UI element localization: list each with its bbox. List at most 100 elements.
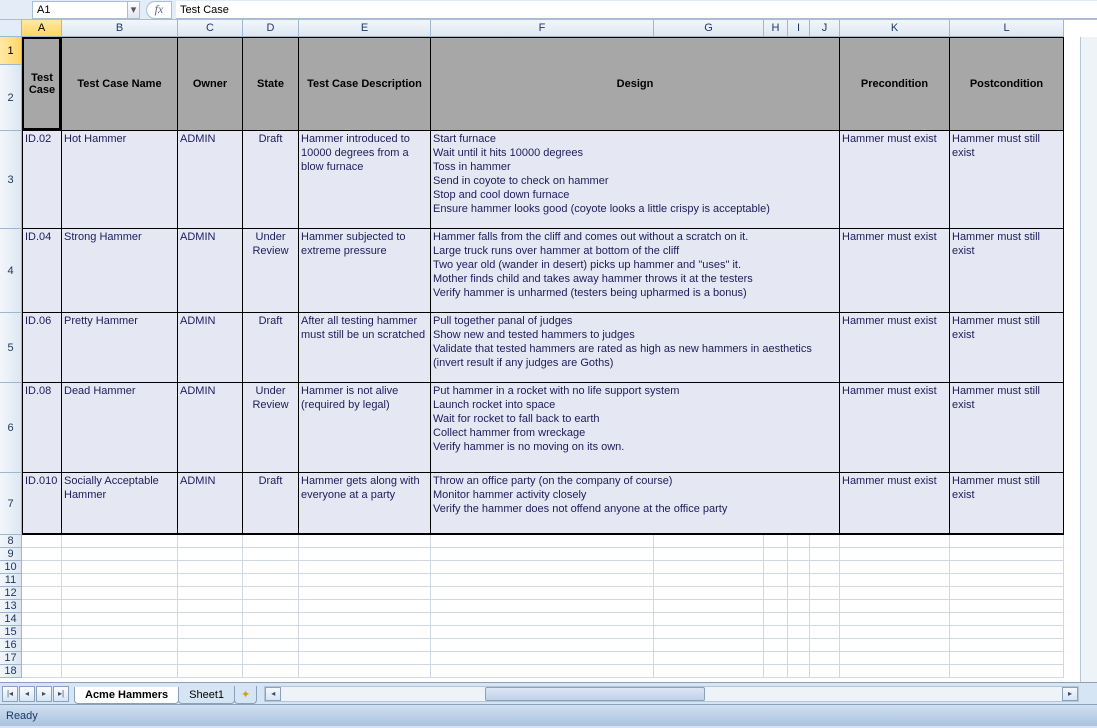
- cell[interactable]: [62, 613, 178, 626]
- cell[interactable]: [654, 574, 764, 587]
- cell[interactable]: [788, 613, 810, 626]
- cell[interactable]: [788, 587, 810, 600]
- cell[interactable]: [178, 548, 243, 561]
- cell[interactable]: [764, 639, 788, 652]
- cell[interactable]: [788, 561, 810, 574]
- cell[interactable]: [810, 665, 840, 678]
- cell[interactable]: ID.04: [22, 229, 62, 313]
- tab-nav-first[interactable]: |◂: [2, 686, 18, 702]
- cell[interactable]: Put hammer in a rocket with no life supp…: [431, 383, 840, 473]
- cell[interactable]: [950, 574, 1064, 587]
- cell[interactable]: [22, 561, 62, 574]
- cell[interactable]: [788, 665, 810, 678]
- cell[interactable]: [299, 613, 431, 626]
- cell[interactable]: [840, 665, 950, 678]
- hscroll-thumb[interactable]: [485, 687, 705, 701]
- cell[interactable]: State: [243, 37, 299, 131]
- cell[interactable]: [840, 574, 950, 587]
- cell[interactable]: ADMIN: [178, 473, 243, 535]
- horizontal-scrollbar[interactable]: ◂ ▸: [264, 686, 1079, 702]
- cell[interactable]: [22, 548, 62, 561]
- cell[interactable]: [62, 639, 178, 652]
- cell[interactable]: [950, 626, 1064, 639]
- cell[interactable]: [950, 548, 1064, 561]
- sheet-tab[interactable]: Sheet1: [178, 687, 235, 704]
- cell[interactable]: ID.010: [22, 473, 62, 535]
- cell[interactable]: [840, 652, 950, 665]
- cell[interactable]: [178, 665, 243, 678]
- cell[interactable]: Socially Acceptable Hammer: [62, 473, 178, 535]
- cell[interactable]: [840, 639, 950, 652]
- tab-nav-next[interactable]: ▸: [36, 686, 52, 702]
- formula-bar[interactable]: Test Case: [176, 1, 1097, 19]
- cell[interactable]: [431, 574, 654, 587]
- column-header[interactable]: I: [788, 20, 810, 36]
- cell[interactable]: Hammer subjected to extreme pressure: [299, 229, 431, 313]
- fx-button[interactable]: fx: [146, 1, 172, 19]
- cell[interactable]: [810, 561, 840, 574]
- cell[interactable]: Dead Hammer: [62, 383, 178, 473]
- cell[interactable]: [950, 535, 1064, 548]
- row-header[interactable]: 15: [0, 626, 22, 639]
- cell[interactable]: [299, 652, 431, 665]
- grid[interactable]: Test CaseTest Case NameOwnerStateTest Ca…: [22, 37, 1064, 678]
- cell[interactable]: [62, 587, 178, 600]
- column-header[interactable]: A: [22, 20, 62, 36]
- cell[interactable]: [810, 626, 840, 639]
- cell[interactable]: [22, 639, 62, 652]
- cell[interactable]: Pretty Hammer: [62, 313, 178, 383]
- cell[interactable]: [654, 626, 764, 639]
- new-sheet-tab[interactable]: ✦: [234, 686, 257, 704]
- cell[interactable]: [764, 626, 788, 639]
- cell[interactable]: Hammer must still exist: [950, 383, 1064, 473]
- cell[interactable]: [299, 587, 431, 600]
- cell[interactable]: [62, 626, 178, 639]
- row-header[interactable]: 5: [0, 313, 22, 383]
- cell[interactable]: [654, 652, 764, 665]
- cell[interactable]: [62, 548, 178, 561]
- cell[interactable]: [654, 613, 764, 626]
- row-header[interactable]: 9: [0, 548, 22, 561]
- cell[interactable]: Test Case Description: [299, 37, 431, 131]
- sheet-tab-active[interactable]: Acme Hammers: [74, 687, 179, 704]
- cell[interactable]: [788, 626, 810, 639]
- cell[interactable]: ID.08: [22, 383, 62, 473]
- cell[interactable]: ID.02: [22, 131, 62, 229]
- cell[interactable]: Hammer must still exist: [950, 473, 1064, 535]
- cell[interactable]: [764, 613, 788, 626]
- cell[interactable]: [178, 587, 243, 600]
- cell[interactable]: [178, 535, 243, 548]
- column-header[interactable]: C: [178, 20, 243, 36]
- cell[interactable]: [431, 600, 654, 613]
- row-header[interactable]: 13: [0, 600, 22, 613]
- cell[interactable]: [243, 652, 299, 665]
- column-header[interactable]: F: [431, 20, 654, 36]
- cell[interactable]: Hammer must exist: [840, 313, 950, 383]
- cell[interactable]: [654, 561, 764, 574]
- cell[interactable]: [62, 561, 178, 574]
- row-header[interactable]: 11: [0, 574, 22, 587]
- cell[interactable]: [431, 652, 654, 665]
- cell[interactable]: [810, 613, 840, 626]
- cell[interactable]: [840, 561, 950, 574]
- cell[interactable]: [788, 652, 810, 665]
- cell[interactable]: [840, 626, 950, 639]
- row-header[interactable]: 12: [0, 587, 22, 600]
- cell[interactable]: [810, 535, 840, 548]
- name-box[interactable]: A1: [32, 1, 128, 19]
- column-header[interactable]: L: [950, 20, 1064, 36]
- row-header[interactable]: 10: [0, 561, 22, 574]
- cell[interactable]: [178, 561, 243, 574]
- cell[interactable]: [243, 548, 299, 561]
- cell[interactable]: [764, 652, 788, 665]
- tab-nav-last[interactable]: ▸|: [53, 686, 69, 702]
- row-header[interactable]: 6: [0, 383, 22, 473]
- cell[interactable]: [178, 600, 243, 613]
- cell[interactable]: [950, 665, 1064, 678]
- cell[interactable]: Hammer introduced to 10000 degrees from …: [299, 131, 431, 229]
- row-header[interactable]: 14: [0, 613, 22, 626]
- cell[interactable]: [243, 639, 299, 652]
- cell[interactable]: [810, 574, 840, 587]
- cell[interactable]: Hammer gets along with everyone at a par…: [299, 473, 431, 535]
- cell[interactable]: [22, 600, 62, 613]
